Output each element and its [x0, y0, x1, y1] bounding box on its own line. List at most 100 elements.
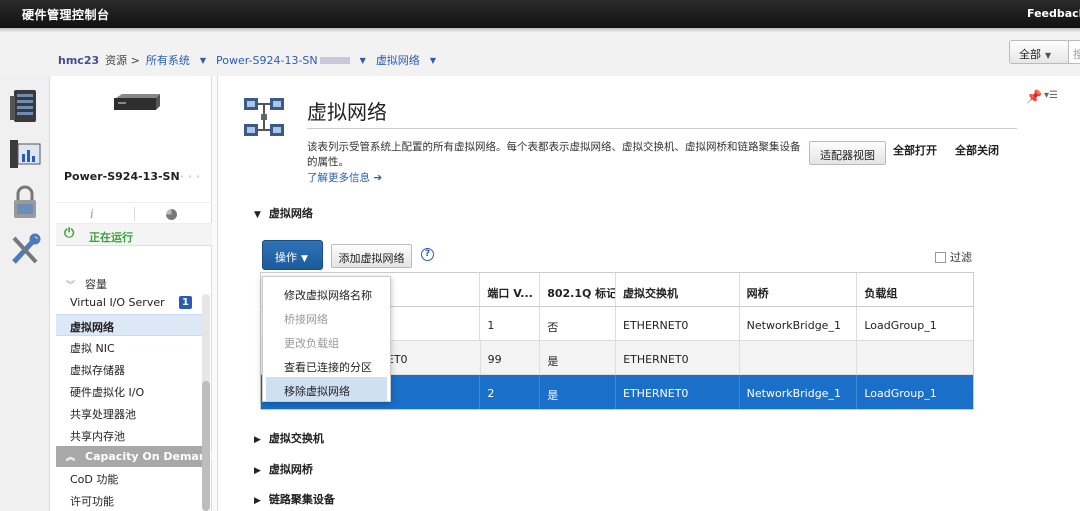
cell-port-vlan: 2	[480, 375, 541, 409]
cell-switch: ETHERNET0	[616, 375, 740, 409]
cell-tagged: 是	[540, 341, 617, 374]
menu-item-view-partitions[interactable]: 查看已连接的分区	[263, 353, 390, 377]
triangle-right-icon: ▶	[254, 435, 261, 445]
redacted-mask	[319, 56, 350, 64]
adapter-view-button[interactable]: 适配器视图	[809, 141, 886, 165]
status-bar: ⏻ 正在运行	[56, 224, 212, 246]
network-topology-icon	[242, 96, 286, 143]
chevron-down-icon: ▼	[1045, 51, 1052, 60]
sidebar-item-virtual-nic[interactable]: 虚拟 NIC	[56, 336, 202, 358]
view-menu-icon[interactable]: ▾☰	[1044, 90, 1058, 101]
count-badge: 1	[179, 296, 192, 309]
chevron-down-icon[interactable]: ▼	[360, 56, 366, 65]
system-actions: i	[56, 202, 212, 224]
status-text: 正在运行	[89, 231, 133, 244]
help-icon[interactable]: ?	[421, 248, 434, 261]
cell-switch: ETHERNET0	[616, 307, 740, 340]
column-header[interactable]: 虚拟交换机	[616, 273, 740, 306]
breadcrumb-host[interactable]: hmc23	[58, 54, 99, 67]
system-sidebar: Power-S924-13-SN· · · i ⏻ 正在运行 ︾ 容量 Virtu…	[56, 76, 215, 511]
breadcrumb-current[interactable]: 虚拟网络	[376, 52, 420, 68]
cell-tagged: 是	[540, 375, 616, 409]
add-virtual-network-button[interactable]: 添加虚拟网络	[331, 244, 412, 268]
actions-dropdown-menu: 修改虚拟网络名称 桥接网络 更改负载组 查看已连接的分区 移除虚拟网络	[262, 276, 391, 402]
column-header[interactable]: 负载组	[857, 273, 973, 306]
cell-bridge: NetworkBridge_1	[740, 307, 858, 340]
sidebar-item-shared-mem-pool[interactable]: 共享内存池	[56, 424, 202, 446]
server-image-icon	[112, 92, 162, 117]
close-all-link[interactable]: 全部关闭	[955, 142, 999, 158]
triangle-right-icon: ▶	[254, 496, 261, 506]
section-link-aggregation[interactable]: ▶ 链路聚集设备	[254, 491, 335, 507]
pie-chart-icon[interactable]	[166, 209, 177, 220]
page-title: 虚拟网络	[307, 100, 387, 124]
cell-port-vlan: 99	[481, 341, 541, 374]
column-header[interactable]: 802.1Q 标记	[540, 273, 616, 306]
chevron-double-down-icon: ︾	[66, 281, 76, 291]
scope-select[interactable]: 全部 ▼	[1009, 40, 1069, 64]
section-virtual-switches[interactable]: ▶ 虚拟交换机	[254, 430, 324, 446]
chevron-double-up-icon: ︽	[66, 453, 76, 463]
column-header[interactable]: 网桥	[740, 273, 858, 306]
actions-button[interactable]: 操作 ▼	[262, 240, 323, 270]
power-icon: ⏻	[64, 226, 75, 241]
info-icon[interactable]: i	[90, 207, 94, 221]
sidebar-item-virtual-storage[interactable]: 虚拟存储器	[56, 358, 202, 380]
cell-switch: ETHERNET0	[616, 341, 740, 374]
cell-load-group: LoadGroup_1	[864, 319, 937, 332]
chevron-down-icon: ▼	[301, 254, 308, 264]
capacity-header[interactable]: ︾ 容量	[56, 272, 202, 292]
chevron-down-icon[interactable]: ▼	[430, 56, 436, 65]
breadcrumb: hmc23 资源 > 所有系统 ▼ Power-S924-13-SN ▼ 虚拟网…	[58, 52, 440, 68]
app-title: 硬件管理控制台	[22, 8, 110, 22]
section-virtual-bridges[interactable]: ▶ 虚拟网桥	[254, 461, 313, 477]
page-description: 该表列示受管系统上配置的所有虚拟网络。每个表都表示虚拟网络、虚拟交换机、虚拟网桥…	[307, 141, 801, 168]
checkbox-icon[interactable]	[935, 252, 946, 263]
cell-tagged: 否	[540, 307, 616, 340]
menu-item-remove[interactable]: 移除虚拟网络	[266, 377, 387, 401]
cell-port-vlan: 1	[480, 307, 541, 340]
sidebar-scroll-thumb[interactable]	[202, 381, 210, 511]
left-icon-rail	[0, 76, 50, 511]
cell-load-group	[857, 341, 973, 374]
sidebar-item-virtual-network[interactable]: 虚拟网络	[56, 314, 202, 336]
tools-icon[interactable]	[8, 232, 42, 271]
sidebar-item-licensed[interactable]: 许可功能	[56, 489, 202, 511]
filter-checkbox[interactable]: 过滤	[935, 249, 972, 265]
breadcrumb-all-systems[interactable]: 所有系统	[146, 52, 190, 68]
section-virtual-networks[interactable]: ▼ 虚拟网络	[254, 205, 313, 221]
learn-more-link[interactable]: 了解更多信息 ➔	[307, 170, 382, 185]
triangle-right-icon: ▶	[254, 466, 261, 476]
chevron-down-icon[interactable]: ▼	[200, 56, 206, 65]
system-name: Power-S924-13-SN· · ·	[64, 170, 200, 183]
sidebar-item-vios[interactable]: Virtual I/O Server 1	[56, 292, 202, 314]
pin-icon[interactable]: 📌	[1026, 90, 1042, 105]
arrow-right-icon: ➔	[373, 172, 383, 184]
sidebar-nav: ︾ 容量 Virtual I/O Server 1 虚拟网络 虚拟 NIC 虚拟存储…	[56, 272, 215, 511]
sidebar-item-cod[interactable]: CoD 功能	[56, 467, 202, 489]
breadcrumb-bar: hmc23 资源 > 所有系统 ▼ Power-S924-13-SN ▼ 虚拟网…	[0, 32, 1080, 76]
sidebar-item-hw-virt-io[interactable]: 硬件虚拟化 I/O	[56, 380, 202, 402]
app-header: 硬件管理控制台 Feedback	[0, 0, 1080, 28]
breadcrumb-system[interactable]: Power-S924-13-SN	[216, 54, 350, 67]
main-content: 虚拟网络 📌 ▾☰ 该表列示受管系统上配置的所有虚拟网络。每个表都表示虚拟网络、…	[218, 76, 1080, 511]
cod-header[interactable]: ︽ Capacity On Demand	[56, 446, 215, 467]
menu-item-bridge: 桥接网络	[284, 313, 328, 326]
cell-bridge	[740, 341, 858, 374]
lock-icon[interactable]	[8, 184, 42, 223]
menu-item-load-group: 更改负载组	[284, 337, 339, 350]
divider	[134, 207, 135, 221]
menu-item-rename[interactable]: 修改虚拟网络名称	[263, 281, 390, 305]
cell-bridge: NetworkBridge_1	[740, 375, 858, 409]
sidebar-item-shared-proc-pool[interactable]: 共享处理器池	[56, 402, 202, 424]
monitor-chart-icon[interactable]	[8, 136, 42, 175]
search-input[interactable]: 搜	[1068, 40, 1080, 64]
feedback-link[interactable]: Feedback	[1027, 7, 1080, 20]
cell-load-group: LoadGroup_1	[864, 387, 937, 400]
open-all-link[interactable]: 全部打开	[893, 142, 937, 158]
triangle-down-icon: ▼	[254, 210, 261, 220]
server-rack-icon[interactable]	[8, 88, 42, 127]
title-divider	[307, 128, 1017, 129]
column-header[interactable]: 端口 V...	[480, 273, 541, 306]
breadcrumb-resources[interactable]: 资源 >	[105, 52, 140, 68]
